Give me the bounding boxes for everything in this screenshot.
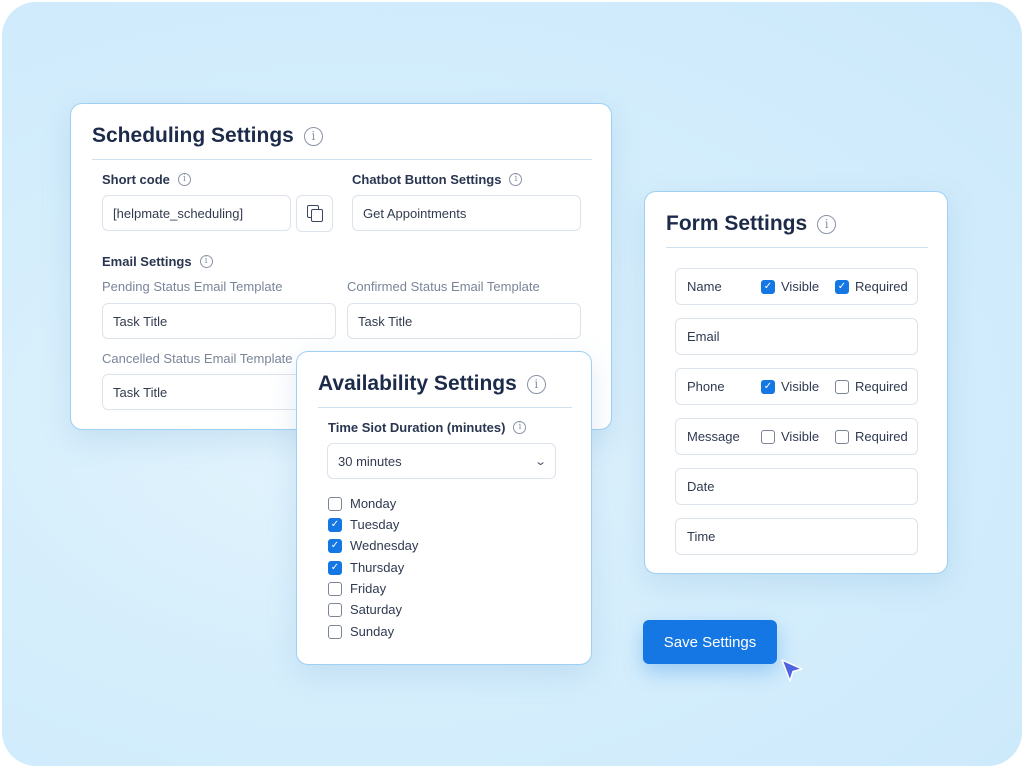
form-settings-title: Form Settings i [666, 212, 837, 236]
scheduling-settings-title: Scheduling Settings i [92, 124, 323, 148]
checkbox[interactable] [328, 602, 342, 617]
info-icon[interactable]: i [303, 126, 323, 146]
availability-settings-card: Availability Settings i Time Siot Durati… [296, 351, 592, 665]
checkbox-checked[interactable]: ✓ [328, 538, 342, 553]
form-field-row-message: Message Visible Required [675, 418, 918, 455]
checkbox[interactable] [328, 624, 342, 639]
day-checkbox-wednesday[interactable]: ✓ Wednesday [328, 538, 418, 553]
checkbox[interactable] [328, 581, 342, 596]
checkbox[interactable] [835, 379, 849, 394]
email-settings-label: Email Settings i [102, 254, 213, 269]
visible-checkbox[interactable]: ✓ Visible [761, 279, 819, 294]
availability-settings-title: Availability Settings i [318, 372, 546, 396]
chatbot-button-settings-label: Chatbot Button Settings i [352, 172, 523, 187]
form-field-row-time: Time [675, 518, 918, 555]
info-icon[interactable]: i [509, 173, 523, 186]
cancelled-template-label: Cancelled Status Email Template [102, 351, 293, 366]
day-checkbox-monday[interactable]: Monday [328, 496, 396, 511]
confirmed-template-input[interactable]: Task Title [347, 303, 581, 339]
checkbox[interactable] [835, 429, 849, 444]
checkbox-checked[interactable]: ✓ [328, 560, 342, 575]
checkbox-checked[interactable]: ✓ [761, 379, 775, 394]
form-field-row-name: Name ✓ Visible ✓ Required [675, 268, 918, 305]
day-checkbox-saturday[interactable]: Saturday [328, 602, 402, 617]
short-code-label: Short code i [102, 172, 191, 187]
info-icon[interactable]: i [177, 173, 191, 186]
info-icon[interactable]: i [817, 214, 837, 234]
time-slot-duration-label: Time Siot Duration (minutes) i [328, 420, 527, 435]
chatbot-button-input[interactable]: Get Appointments [352, 195, 581, 231]
visible-checkbox[interactable]: ✓ Visible [761, 379, 819, 394]
chevron-down-icon: ⌄ [533, 455, 547, 468]
cursor-pointer-icon [781, 659, 803, 682]
copy-button[interactable] [296, 195, 333, 232]
time-slot-duration-select[interactable]: 30 minutes ⌄ [327, 443, 556, 479]
form-field-row-phone: Phone ✓ Visible Required [675, 368, 918, 405]
required-checkbox[interactable]: Required [835, 379, 908, 394]
pending-template-label: Pending Status Email Template [102, 279, 283, 294]
required-checkbox[interactable]: ✓ Required [835, 279, 908, 294]
info-icon[interactable]: i [199, 255, 213, 268]
info-icon[interactable]: i [513, 421, 527, 434]
confirmed-template-label: Confirmed Status Email Template [347, 279, 540, 294]
checkbox[interactable] [328, 496, 342, 511]
form-settings-card: Form Settings i Name ✓ Visible ✓ Require… [644, 191, 948, 574]
day-checkbox-thursday[interactable]: ✓ Thursday [328, 560, 404, 575]
day-checkbox-sunday[interactable]: Sunday [328, 624, 394, 639]
day-checkbox-tuesday[interactable]: ✓ Tuesday [328, 517, 399, 532]
info-icon[interactable]: i [526, 374, 546, 394]
form-field-row-email: Email [675, 318, 918, 355]
divider [92, 159, 592, 160]
divider [318, 407, 572, 408]
short-code-input[interactable]: [helpmate_scheduling] [102, 195, 291, 231]
form-field-row-date: Date [675, 468, 918, 505]
pending-template-input[interactable]: Task Title [102, 303, 336, 339]
divider [666, 247, 928, 248]
save-settings-button[interactable]: Save Settings [643, 620, 777, 664]
visible-checkbox[interactable]: Visible [761, 429, 819, 444]
checkbox-checked[interactable]: ✓ [835, 279, 849, 294]
checkbox-checked[interactable]: ✓ [761, 279, 775, 294]
required-checkbox[interactable]: Required [835, 429, 908, 444]
checkbox[interactable] [761, 429, 775, 444]
checkbox-checked[interactable]: ✓ [328, 517, 342, 532]
day-checkbox-friday[interactable]: Friday [328, 581, 386, 596]
